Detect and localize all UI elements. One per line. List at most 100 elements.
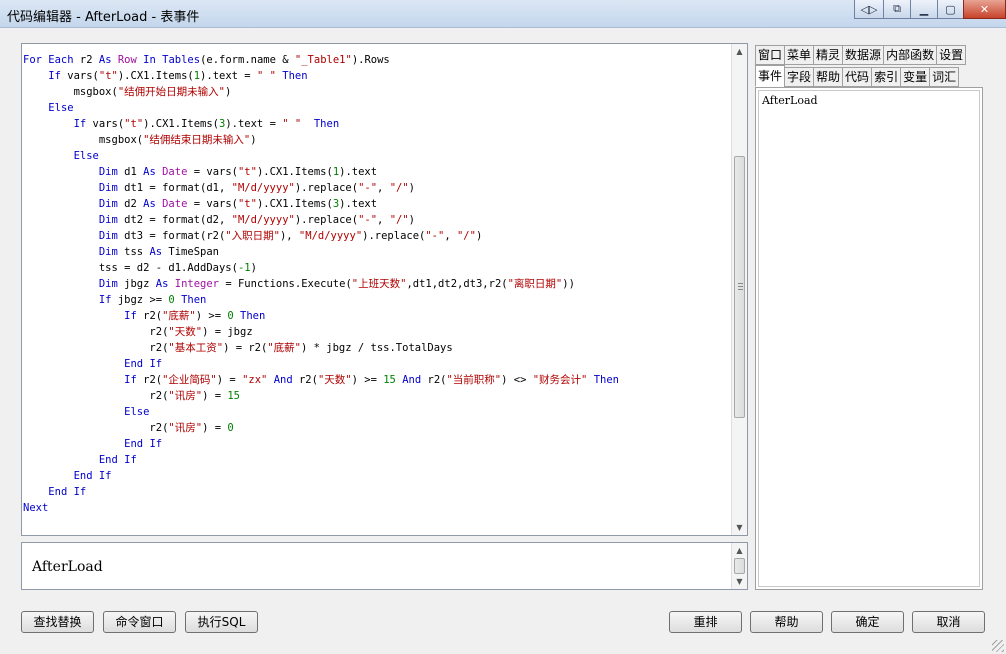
code-token: "天数": [168, 326, 203, 338]
code-token: ).text =: [200, 70, 257, 82]
code-line[interactable]: End If: [22, 484, 731, 500]
code-token: ) =: [202, 422, 228, 434]
code-token: ) <>: [501, 374, 533, 386]
command-window-button[interactable]: 命令窗口: [103, 611, 176, 633]
code-text[interactable]: For Each r2 As Row In Tables(e.form.name…: [22, 52, 731, 535]
ok-button[interactable]: 确定: [831, 611, 904, 633]
tab-bottom-2[interactable]: 帮助: [813, 67, 844, 87]
code-token: Integer: [174, 278, 220, 290]
code-token: r2(: [23, 422, 169, 434]
restore-icon: ⧉: [893, 2, 901, 15]
title-bar[interactable]: 代码编辑器 - AfterLoad - 表事件 ◁▷ ⧉ ▁ ▢ ✕: [0, 0, 1006, 28]
close-button[interactable]: ✕: [963, 0, 1006, 19]
code-line[interactable]: If jbgz >= 0 Then: [22, 292, 731, 308]
list-item[interactable]: AfterLoad: [762, 94, 818, 107]
code-token: 0: [227, 422, 234, 434]
tab-bottom-4[interactable]: 索引: [871, 67, 902, 87]
namebox-vertical-scrollbar[interactable]: ▲ ▼: [731, 543, 747, 589]
code-line[interactable]: If vars("t").CX1.Items(3).text = " " The…: [22, 116, 731, 132]
tab-bottom-6[interactable]: 词汇: [929, 67, 960, 87]
code-token: "结佣开始日期未输入": [117, 86, 225, 98]
code-token: Dim: [98, 182, 118, 194]
code-line[interactable]: Else: [22, 404, 731, 420]
code-line[interactable]: msgbox("结佣结束日期未输入"): [22, 132, 731, 148]
cancel-button[interactable]: 取消: [912, 611, 985, 633]
code-line[interactable]: If r2("企业简码") = "zx" And r2("天数") >= 15 …: [22, 372, 731, 388]
tab-bottom-5[interactable]: 变量: [900, 67, 931, 87]
code-line[interactable]: Dim tss As TimeSpan: [22, 244, 731, 260]
code-line[interactable]: Next: [22, 500, 731, 516]
code-token: )): [562, 278, 575, 290]
code-line[interactable]: Dim jbgz As Integer = Functions.Execute(…: [22, 276, 731, 292]
code-token: = Functions.Execute(: [219, 278, 352, 290]
code-token: If: [73, 118, 87, 130]
code-line[interactable]: End If: [22, 468, 731, 484]
tab-bottom-1[interactable]: 字段: [784, 67, 815, 87]
code-line[interactable]: r2("讯房") = 15: [22, 388, 731, 404]
help-button[interactable]: 帮助: [750, 611, 823, 633]
scroll-up-icon[interactable]: ▲: [732, 543, 747, 558]
scroll-thumb[interactable]: [734, 156, 745, 418]
tab-top-0[interactable]: 窗口: [755, 45, 786, 65]
rearrange-button[interactable]: 重排: [669, 611, 742, 633]
code-line[interactable]: End If: [22, 356, 731, 372]
code-line[interactable]: Dim dt2 = format(d2, "M/d/yyyy").replace…: [22, 212, 731, 228]
code-line[interactable]: If vars("t").CX1.Items(1).text = " " The…: [22, 68, 731, 84]
scroll-thumb[interactable]: [734, 558, 745, 574]
event-name-box[interactable]: AfterLoad ▲ ▼: [21, 542, 748, 590]
code-line[interactable]: Dim dt1 = format(d1, "M/d/yyyy").replace…: [22, 180, 731, 196]
tab-bottom-0[interactable]: 事件: [755, 65, 786, 87]
scroll-up-icon[interactable]: ▲: [732, 44, 747, 59]
code-line[interactable]: Else: [22, 100, 731, 116]
code-token: "/": [389, 182, 409, 194]
code-line[interactable]: r2("基本工资") = r2("底薪") * jbgz / tss.Total…: [22, 340, 731, 356]
code-line[interactable]: If r2("底薪") >= 0 Then: [22, 308, 731, 324]
code-line[interactable]: End If: [22, 452, 731, 468]
code-line[interactable]: For Each r2 As Row In Tables(e.form.name…: [22, 52, 731, 68]
code-editor[interactable]: For Each r2 As Row In Tables(e.form.name…: [21, 43, 748, 536]
code-line[interactable]: Dim d2 As Date = vars("t").CX1.Items(3).…: [22, 196, 731, 212]
code-line[interactable]: r2("天数") = jbgz: [22, 324, 731, 340]
tab-bottom-3[interactable]: 代码: [842, 67, 873, 87]
scroll-down-icon[interactable]: ▼: [732, 574, 747, 589]
code-line[interactable]: Dim d1 As Date = vars("t").CX1.Items(1).…: [22, 164, 731, 180]
tab-top-4[interactable]: 内部函数: [883, 45, 938, 65]
code-line[interactable]: Else: [22, 148, 731, 164]
code-line[interactable]: Dim dt3 = format(r2("入职日期"), "M/d/yyyy")…: [22, 228, 731, 244]
code-token: ),: [279, 230, 299, 242]
tab-top-3[interactable]: 数据源: [842, 45, 885, 65]
code-token: Date: [162, 166, 188, 178]
find-replace-button[interactable]: 查找替换: [21, 611, 94, 633]
code-token: End If: [48, 486, 87, 498]
restore-tool-button[interactable]: ⧉: [883, 0, 911, 19]
tab-top-1[interactable]: 菜单: [784, 45, 815, 65]
code-line[interactable]: End If: [22, 436, 731, 452]
maximize-button[interactable]: ▢: [937, 0, 964, 19]
code-token: Dim: [98, 230, 118, 242]
code-token: = vars(: [187, 198, 238, 210]
event-list[interactable]: AfterLoad: [758, 90, 980, 587]
tab-top-2[interactable]: 精灵: [813, 45, 844, 65]
minimize-button[interactable]: ▁: [910, 0, 938, 19]
code-token: tss: [117, 246, 150, 258]
minimize-icon: ▁: [919, 2, 929, 16]
code-vertical-scrollbar[interactable]: ▲ ▼: [731, 44, 747, 535]
code-token: "天数": [317, 374, 352, 386]
code-token: "_Table1": [294, 54, 352, 66]
code-token: Else: [124, 406, 150, 418]
code-line[interactable]: tss = d2 - d1.AddDays(-1): [22, 260, 731, 276]
code-line[interactable]: msgbox("结佣开始日期未输入"): [22, 84, 731, 100]
tab-top-5[interactable]: 设置: [936, 45, 967, 65]
scroll-down-icon[interactable]: ▼: [732, 520, 747, 535]
nav-arrows-button[interactable]: ◁▷: [854, 0, 884, 19]
code-line[interactable]: r2("讯房") = 0: [22, 420, 731, 436]
close-icon: ✕: [979, 2, 990, 16]
execute-sql-button[interactable]: 执行SQL: [185, 611, 258, 633]
code-token: "入职日期": [225, 230, 280, 242]
resize-grip-icon[interactable]: [992, 640, 1004, 652]
